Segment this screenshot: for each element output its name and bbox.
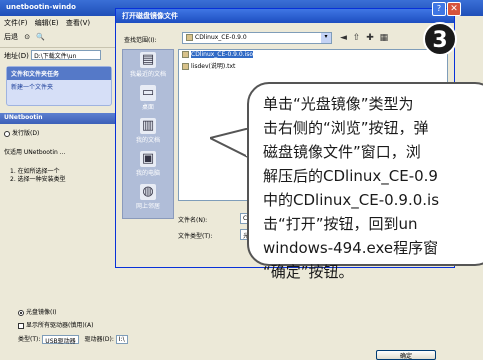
callout-line: 单击“光盘镜像”类型为	[263, 95, 414, 113]
type-label: 类型(T):	[18, 336, 41, 343]
search-icon[interactable]: 🔍	[36, 33, 45, 41]
drive-label: 驱动器(D):	[84, 336, 114, 343]
filetype-label: 文件类型(T):	[178, 233, 213, 240]
place-desktop[interactable]: ▭ 桌面	[123, 83, 173, 116]
text-file-icon	[182, 63, 189, 70]
recent-docs-icon: ▤	[140, 52, 156, 68]
show-all-drives-label: 显示所有驱动器(慎用)(A)	[26, 322, 94, 329]
place-label: 我的文档	[135, 137, 160, 144]
list-item[interactable]: lisdev(说明).txt	[179, 60, 447, 70]
close-icon[interactable]: ✕	[447, 2, 461, 16]
lookin-label: 查找范围(I):	[124, 37, 157, 44]
back-button[interactable]: 后退	[4, 33, 18, 41]
menu-file[interactable]: 文件(F)	[4, 19, 28, 27]
folder-icon	[186, 34, 193, 41]
ok-button[interactable]: 确定	[376, 350, 436, 360]
network-icon: ◍	[140, 184, 156, 200]
task-panel-header[interactable]: 文件和文件夹任务	[7, 67, 111, 80]
address-label: 地址(D)	[4, 52, 29, 60]
up-folder-icon[interactable]: ⇧	[353, 33, 361, 43]
task-panel: 文件和文件夹任务 新建一个文件夹	[6, 66, 112, 106]
unetbootin-title-bar: UNetbootin	[0, 113, 118, 124]
explorer-title: unetbootin-windo	[6, 3, 76, 11]
place-my-documents[interactable]: ▥ 我的文档	[123, 116, 173, 149]
back-arrow-icon[interactable]: ◄	[340, 33, 347, 43]
forward-icon[interactable]: ⊙	[24, 33, 30, 41]
address-bar: 地址(D) D:\下载文件\un	[0, 48, 118, 62]
radio-selected-icon	[18, 309, 24, 316]
explorer-menu-bar: 文件(F) 编辑(E) 查看(V)	[0, 16, 118, 28]
callout-line: 中的CDlinux_CE-0.9.0.is	[263, 191, 440, 209]
lookin-value: CDlinux_CE-0.9.0	[195, 34, 247, 41]
place-recent[interactable]: ▤ 我最近的文档	[123, 50, 173, 83]
filename-label: 文件名(N):	[178, 217, 208, 224]
places-bar: ▤ 我最近的文档 ▭ 桌面 ▥ 我的文档 ▣ 我的电脑 ◍ 网上邻居	[122, 49, 174, 219]
instruction-callout: 单击“光盘镜像”类型为 击右侧的“浏览”按钮，弹 磁盘镜像文件”窗口，浏 解压后…	[247, 82, 483, 281]
place-label: 网上邻居	[135, 203, 160, 210]
iso-file-icon	[182, 51, 189, 58]
callout-tail	[210, 128, 250, 160]
dialog-title-bar: 打开磁盘镜像文件	[116, 9, 454, 23]
view-menu-icon[interactable]: ▦	[380, 33, 389, 43]
menu-edit[interactable]: 编辑(E)	[35, 19, 59, 27]
help-icon[interactable]: ?	[432, 2, 446, 16]
radio-icon	[4, 130, 10, 137]
disk-image-radio[interactable]: 光盘镜像(I)	[18, 307, 56, 316]
file-name: CDlinux_CE-0.9.0.iso	[191, 51, 254, 58]
place-network[interactable]: ◍ 网上邻居	[123, 182, 173, 215]
chevron-down-icon[interactable]: ▾	[321, 33, 331, 43]
instruction-list: 1. 在如所选择一个 2. 选择一种安装类型	[10, 168, 114, 184]
callout-line: windows-494.exe程序窗	[263, 239, 439, 257]
checkbox-icon	[18, 322, 24, 329]
list-item: 2. 选择一种安装类型	[10, 176, 66, 183]
place-label: 桌面	[141, 104, 154, 111]
new-folder-icon[interactable]: ✚	[366, 33, 374, 43]
task-new-folder-link[interactable]: 新建一个文件夹	[7, 80, 111, 93]
explorer-toolbar: 后退 ⊙ 🔍	[0, 28, 118, 48]
my-documents-icon: ▥	[140, 118, 156, 134]
callout-line: 解压后的CDlinux_CE-0.9	[263, 167, 438, 185]
menu-view[interactable]: 查看(V)	[66, 19, 90, 27]
callout-line: “确定”按钮。	[263, 263, 354, 281]
type-select[interactable]: USB驱动器	[42, 335, 79, 345]
place-my-computer[interactable]: ▣ 我的电脑	[123, 149, 173, 182]
disk-image-radio-label: 光盘镜像(I)	[26, 309, 57, 316]
step-badge: 3	[423, 22, 457, 56]
desktop-icon: ▭	[140, 85, 156, 101]
place-label: 我的电脑	[135, 170, 160, 177]
callout-line: 击右侧的“浏览”按钮，弹	[263, 119, 429, 137]
place-label: 我最近的文档	[129, 71, 166, 78]
lookin-select[interactable]: CDlinux_CE-0.9.0 ▾	[182, 32, 332, 44]
distribution-radio[interactable]: 发行版(D)	[4, 128, 114, 137]
drive-select[interactable]: I:\	[115, 335, 128, 344]
callout-line: 磁盘镜像文件”窗口，浏	[263, 143, 421, 161]
address-input[interactable]: D:\下载文件\un	[31, 50, 102, 60]
list-item: 1. 在如所选择一个	[10, 168, 60, 175]
my-computer-icon: ▣	[140, 151, 156, 167]
list-item[interactable]: CDlinux_CE-0.9.0.iso	[179, 50, 447, 60]
callout-line: 击“打开”按钮，回到un	[263, 215, 418, 233]
unetbootin-title: UNetbootin	[4, 114, 43, 121]
app-description: 仅适用 UNetbootin ...	[4, 149, 66, 156]
type-drive-row: 类型(T): USB驱动器 驱动器(D): I:\	[18, 334, 128, 345]
distribution-radio-label: 发行版(D)	[12, 130, 40, 137]
dialog-title: 打开磁盘镜像文件	[122, 12, 178, 20]
show-all-drives-checkbox[interactable]: 显示所有驱动器(慎用)(A)	[18, 320, 93, 329]
dialog-toolbar: ◄ ⇧ ✚ ▦	[340, 33, 391, 43]
file-name: lisdev(说明).txt	[191, 63, 236, 70]
